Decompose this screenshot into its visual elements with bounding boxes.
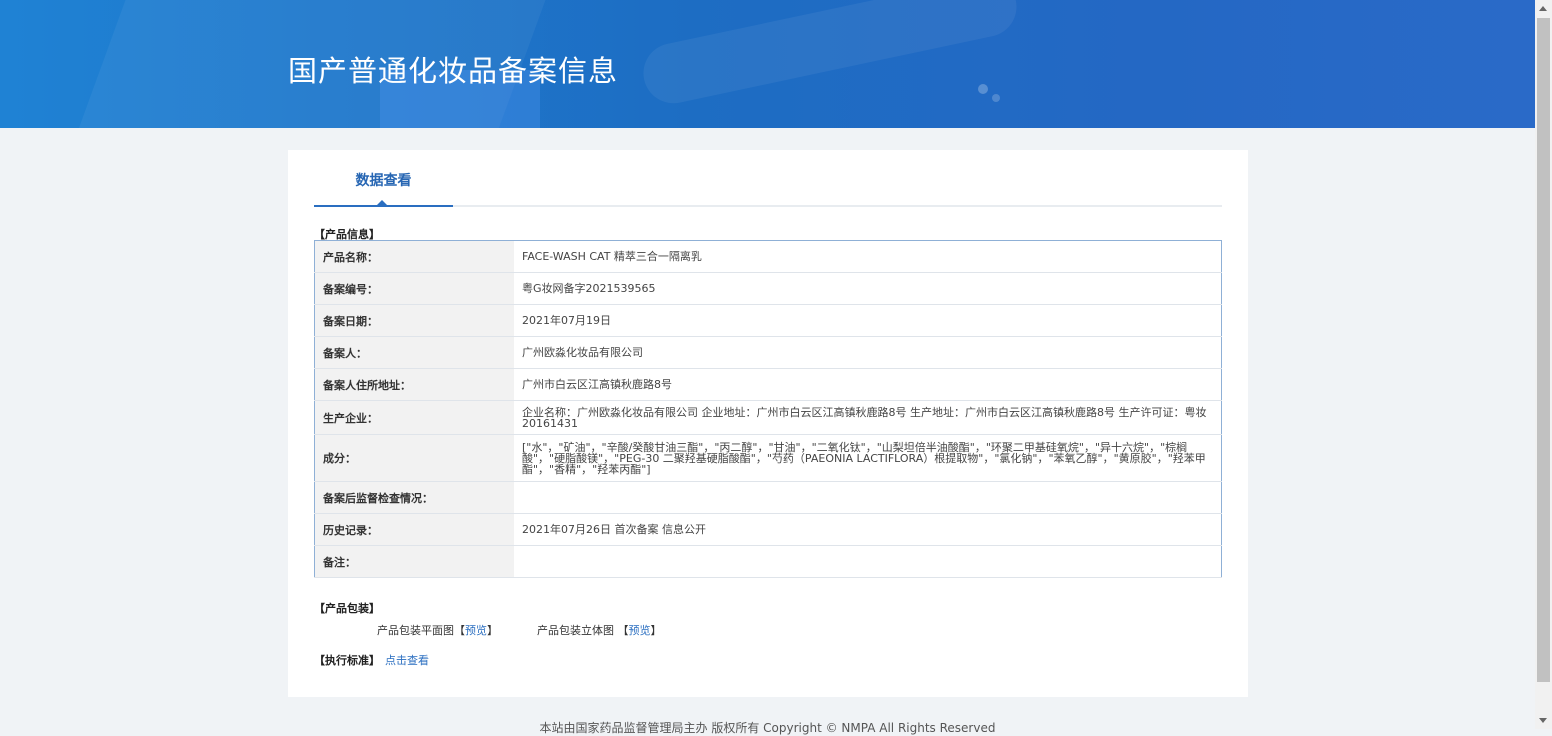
page-title: 国产普通化妆品备案信息 xyxy=(288,54,619,88)
vertical-scrollbar[interactable] xyxy=(1535,0,1552,729)
packaging-title: 【产品包装】 xyxy=(314,602,380,615)
bracket-close: 】 xyxy=(487,624,498,637)
table-row: 备案人： 广州欧淼化妆品有限公司 xyxy=(314,336,1222,369)
table-row: 备案人住所地址： 广州市白云区江高镇秋鹿路8号 xyxy=(314,368,1222,401)
row-value xyxy=(514,481,1222,514)
standard-entry: 点击查看 xyxy=(385,652,429,668)
row-value: 企业名称：广州欧淼化妆品有限公司 企业地址：广州市白云区江高镇秋鹿路8号 生产地… xyxy=(514,400,1222,435)
header-banner: 国产普通化妆品备案信息 xyxy=(0,0,1535,128)
row-value xyxy=(514,545,1222,578)
row-label: 成分： xyxy=(314,434,514,482)
row-label: 历史记录： xyxy=(314,513,514,546)
row-label: 产品名称： xyxy=(314,240,514,273)
row-value: 2021年07月26日 首次备案 信息公开 xyxy=(514,513,1222,546)
table-row: 产品名称： FACE-WASH CAT 精萃三合一隔离乳 xyxy=(314,240,1222,273)
row-label: 生产企业： xyxy=(314,400,514,435)
row-label: 备案日期： xyxy=(314,304,514,337)
row-value: 粤G妆网备字2021539565 xyxy=(514,272,1222,305)
row-value: 2021年07月19日 xyxy=(514,304,1222,337)
row-label: 备注： xyxy=(314,545,514,578)
scroll-down-arrow-icon[interactable] xyxy=(1539,718,1547,723)
solid-image-label: 产品包装立体图 xyxy=(537,624,614,637)
bracket-open: 【 xyxy=(617,624,629,637)
table-row: 备案后监督检查情况： xyxy=(314,481,1222,514)
banner-decoration xyxy=(992,94,1000,102)
table-row: 历史记录： 2021年07月26日 首次备案 信息公开 xyxy=(314,513,1222,546)
row-value: ["水"，"矿油"，"辛酸/癸酸甘油三酯"，"丙二醇"，"甘油"，"二氧化钛"，… xyxy=(514,434,1222,482)
scroll-up-arrow-icon[interactable] xyxy=(1539,6,1547,11)
footer-copyright: 本站由国家药品监督管理局主办 版权所有 Copyright © NMPA All… xyxy=(539,721,996,735)
banner-decoration xyxy=(978,84,988,94)
product-info-table: 产品名称： FACE-WASH CAT 精萃三合一隔离乳 备案编号： 粤G妆网备… xyxy=(314,240,1222,578)
flat-image-label: 产品包装平面图 xyxy=(377,624,454,637)
solid-preview-link[interactable]: 预览 xyxy=(629,624,651,637)
flat-preview-link[interactable]: 预览 xyxy=(465,624,487,637)
standard-view-link[interactable]: 点击查看 xyxy=(385,654,429,667)
row-label: 备案编号： xyxy=(314,272,514,305)
table-row: 生产企业： 企业名称：广州欧淼化妆品有限公司 企业地址：广州市白云区江高镇秋鹿路… xyxy=(314,400,1222,435)
standard-title: 【执行标准】 xyxy=(314,654,380,667)
tab-active-caret-icon xyxy=(376,200,388,206)
bracket-close: 】 xyxy=(650,624,662,637)
tab-data-view[interactable]: 数据查看 xyxy=(314,150,453,207)
bracket-open: 【 xyxy=(454,624,465,637)
tab-bar: 数据查看 xyxy=(314,150,1222,207)
scrollbar-thumb[interactable] xyxy=(1537,18,1550,682)
solid-image-entry: 产品包装立体图 【预览】 xyxy=(537,622,662,638)
banner-decoration xyxy=(637,0,1023,109)
row-label: 备案后监督检查情况： xyxy=(314,481,514,514)
row-label: 备案人住所地址： xyxy=(314,368,514,401)
table-row: 备案编号： 粤G妆网备字2021539565 xyxy=(314,272,1222,305)
row-value: FACE-WASH CAT 精萃三合一隔离乳 xyxy=(514,240,1222,273)
table-row: 成分： ["水"，"矿油"，"辛酸/癸酸甘油三酯"，"丙二醇"，"甘油"，"二氧… xyxy=(314,434,1222,482)
row-label: 备案人： xyxy=(314,336,514,369)
row-value: 广州欧淼化妆品有限公司 xyxy=(514,336,1222,369)
table-row: 备注： xyxy=(314,545,1222,578)
row-value: 广州市白云区江高镇秋鹿路8号 xyxy=(514,368,1222,401)
flat-image-entry: 产品包装平面图【预览】 xyxy=(377,622,498,638)
content-card: 数据查看 【产品信息】 产品名称： FACE-WASH CAT 精萃三合一隔离乳… xyxy=(288,150,1248,697)
table-row: 备案日期： 2021年07月19日 xyxy=(314,304,1222,337)
tab-label: 数据查看 xyxy=(355,173,412,189)
